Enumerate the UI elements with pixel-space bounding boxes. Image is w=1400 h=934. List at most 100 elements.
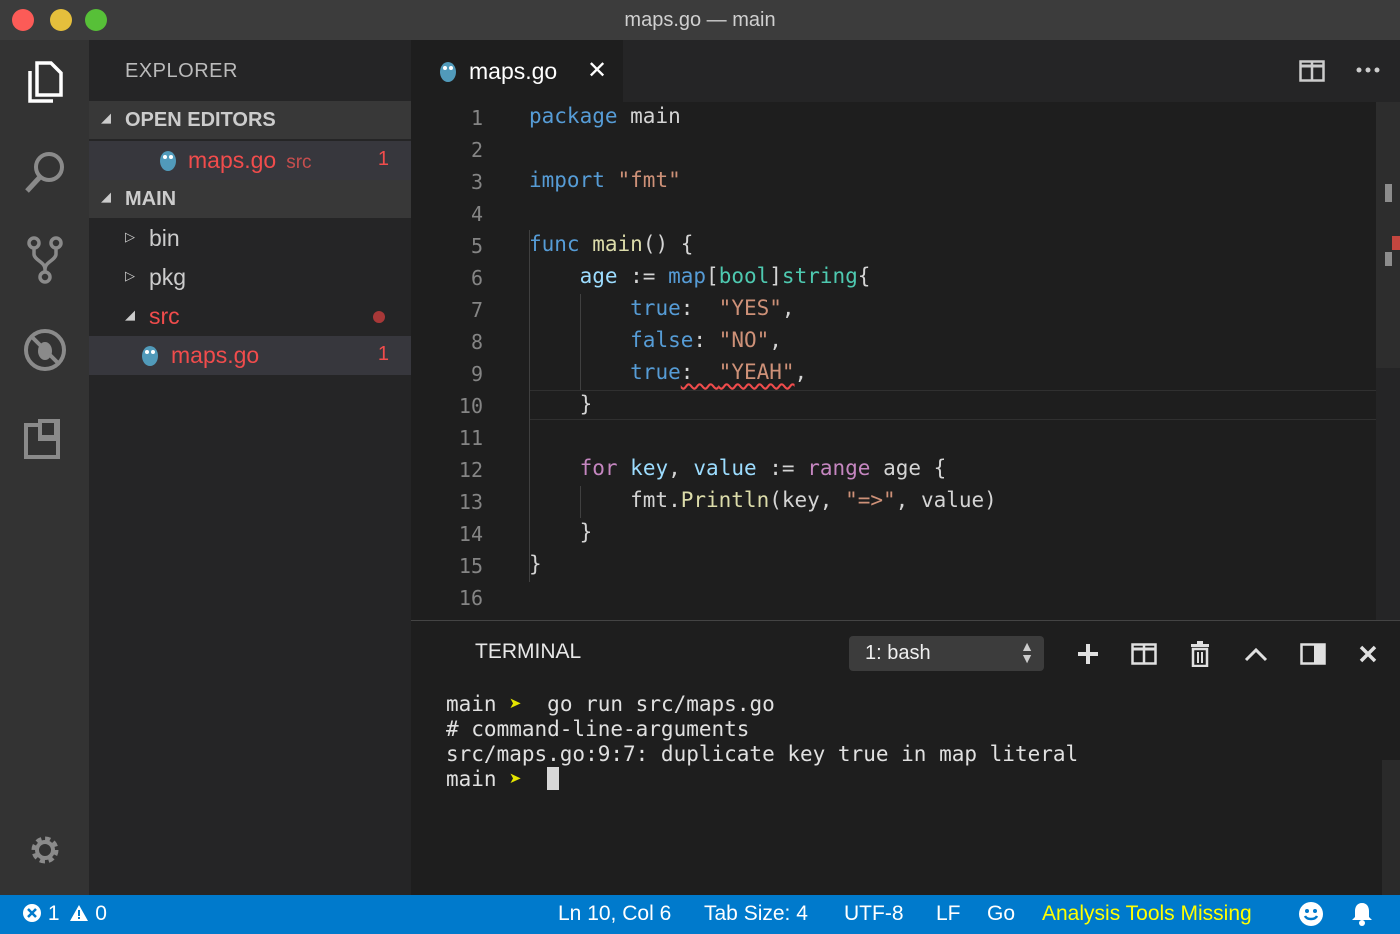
add-terminal-icon[interactable] [1073, 639, 1103, 669]
open-editors-header[interactable]: ◢ OPEN EDITORS [89, 101, 411, 139]
line-number: 13 [458, 490, 483, 514]
chevron-down-icon: ◢ [125, 307, 135, 322]
go-file-icon [142, 346, 158, 366]
prompt-arrow-icon: ➤ [509, 767, 522, 791]
code-line: import "fmt" [529, 168, 681, 192]
open-editor-filename: maps.go [188, 147, 277, 173]
settings-gear-icon[interactable] [17, 822, 73, 878]
warning-triangle-icon [70, 905, 89, 921]
code-line: func main() { [529, 232, 694, 256]
select-arrows-icon: ▲ ▼ [1020, 638, 1034, 666]
line-number: 5 [470, 234, 483, 258]
activity-bar [0, 40, 89, 895]
chevron-right-icon: ▷ [125, 229, 135, 244]
end-of-line[interactable]: LF [936, 902, 961, 926]
split-editor-icon[interactable] [1299, 60, 1325, 87]
analysis-tools-missing[interactable]: Analysis Tools Missing [1042, 902, 1252, 926]
toggle-panel-icon[interactable] [1298, 639, 1328, 669]
code-line: } [529, 520, 593, 544]
tree-file-maps-go[interactable]: maps.go 1 [89, 336, 411, 375]
split-terminal-icon[interactable] [1129, 639, 1159, 669]
error-count: 1 [47, 902, 60, 925]
cursor-marker [1385, 184, 1392, 202]
editor-scrollbar[interactable] [1376, 102, 1400, 620]
current-line-highlight [529, 390, 1396, 420]
cursor-marker [1385, 252, 1392, 266]
line-number: 6 [470, 266, 483, 290]
debug-icon[interactable] [17, 322, 73, 378]
line-number: 3 [470, 170, 483, 194]
problem-count-badge: 1 [377, 343, 389, 365]
line-number: 11 [458, 426, 483, 450]
smiley-feedback-icon[interactable] [1298, 901, 1324, 933]
line-number: 9 [470, 362, 483, 386]
error-circle-icon [23, 904, 41, 922]
bell-notifications-icon[interactable] [1350, 901, 1374, 933]
terminal-cursor [547, 767, 560, 790]
code-line: } [529, 552, 542, 576]
terminal-panel: TERMINAL 1: bash ▲ ▼ main ➤ go run src/ma… [411, 620, 1400, 895]
terminal-scrollbar[interactable] [1382, 760, 1400, 895]
status-bar: 1 0 Ln 10, Col 6 Tab Size: 4 UTF-8 LF Go… [0, 895, 1400, 934]
terminal-line: main ➤ go run src/maps.go [446, 692, 775, 716]
line-number: 8 [470, 330, 483, 354]
scrollbar-slider[interactable] [1376, 102, 1400, 368]
language-mode[interactable]: Go [987, 902, 1015, 926]
code-line: } [529, 392, 593, 416]
line-number: 10 [458, 394, 483, 418]
terminal-line: # command-line-arguments [446, 717, 750, 741]
cursor-position[interactable]: Ln 10, Col 6 [558, 902, 671, 926]
tree-folder-src[interactable]: ◢ src [89, 297, 411, 336]
tab-terminal[interactable]: TERMINAL [475, 640, 581, 664]
extensions-icon[interactable] [17, 410, 73, 466]
code-line: false: "NO", [630, 328, 782, 352]
code-line: age := map[bool]string{ [579, 264, 871, 288]
error-marker [1392, 236, 1400, 250]
encoding[interactable]: UTF-8 [844, 902, 904, 926]
open-editor-item-maps-go[interactable]: maps.go src 1 [89, 141, 411, 180]
problems-status[interactable]: 1 0 [22, 902, 107, 926]
code-line: for key, value := range age { [579, 456, 947, 480]
open-editor-path: src [286, 152, 312, 173]
collapse-triangle-icon: ◢ [101, 110, 111, 125]
sidebar-title: EXPLORER [125, 60, 238, 82]
error-dot-icon [373, 311, 385, 323]
code-line: true: "YEAH", [630, 360, 808, 384]
warning-count: 0 [95, 902, 107, 925]
code-line: fmt.Println(key, "=>", value) [529, 488, 997, 512]
problem-count-badge: 1 [377, 148, 389, 170]
chevron-up-icon[interactable] [1241, 639, 1271, 669]
trash-icon[interactable] [1185, 639, 1215, 669]
line-number: 12 [458, 458, 483, 482]
go-file-icon [440, 62, 456, 82]
folder-main-header[interactable]: ◢ MAIN [89, 180, 411, 218]
line-number: 2 [470, 138, 483, 162]
files-icon[interactable] [17, 54, 73, 110]
line-number: 4 [470, 202, 483, 226]
line-number: 16 [458, 586, 483, 610]
tab-size[interactable]: Tab Size: 4 [704, 902, 808, 926]
tree-folder-bin[interactable]: ▷ bin [89, 219, 411, 258]
explorer-sidebar: EXPLORER ◢ OPEN EDITORS maps.go src 1 ◢ M… [89, 40, 411, 895]
prompt-arrow-icon: ➤ [509, 692, 522, 716]
chevron-right-icon: ▷ [125, 268, 135, 283]
window-title: maps.go — main [624, 9, 776, 31]
terminal-line[interactable]: main ➤ [446, 767, 560, 791]
search-icon[interactable] [17, 144, 73, 200]
line-number: 14 [458, 522, 483, 546]
code-line: true: "YES", [630, 296, 795, 320]
more-actions-icon[interactable] [1355, 62, 1381, 83]
close-panel-icon[interactable] [1353, 639, 1383, 669]
code-editor[interactable]: 1 2 3 4 5 6 7 8 9 10 11 12 13 14 15 16 package main impo… [411, 102, 1400, 620]
go-file-icon [160, 151, 176, 171]
editor-tab-bar: maps.go ✕ [411, 40, 1400, 102]
source-control-icon[interactable] [17, 232, 73, 288]
tree-folder-pkg[interactable]: ▷ pkg [89, 258, 411, 297]
tab-label: maps.go [469, 58, 558, 84]
title-bar: maps.go — main [0, 0, 1400, 40]
tab-maps-go[interactable]: maps.go ✕ [411, 40, 623, 102]
terminal-select[interactable]: 1: bash ▲ ▼ [849, 636, 1044, 671]
close-tab-icon[interactable]: ✕ [587, 56, 607, 85]
collapse-triangle-icon: ◢ [101, 189, 111, 204]
line-number: 1 [470, 106, 483, 130]
